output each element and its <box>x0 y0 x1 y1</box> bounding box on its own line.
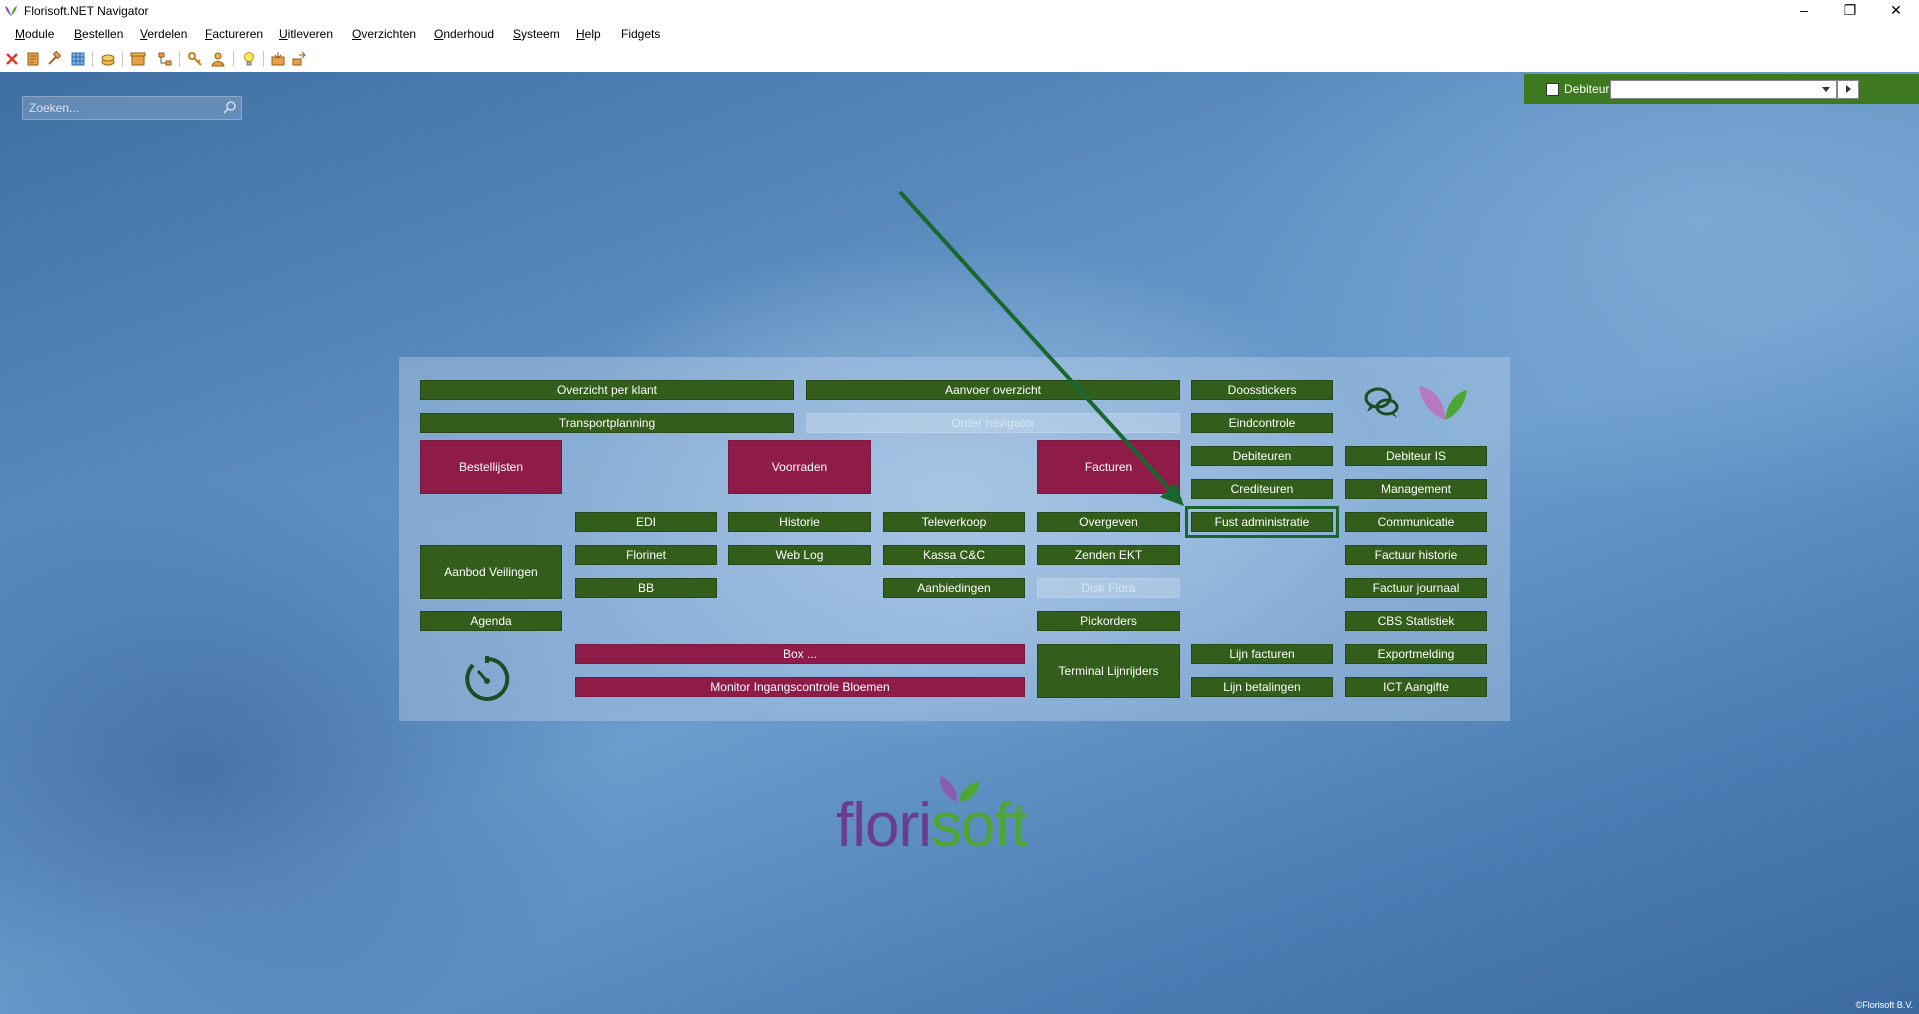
chat-bubbles-icon[interactable] <box>1362 385 1402 421</box>
terminal-lijnrijders-button[interactable]: Terminal Lijnrijders <box>1037 644 1180 698</box>
debiteur-label: Debiteur <box>1564 82 1610 96</box>
lijn-betalingen-button[interactable]: Lijn betalingen <box>1191 677 1333 697</box>
search-icon[interactable] <box>223 100 237 114</box>
tree-structure-icon[interactable] <box>157 51 173 67</box>
exportmelding-button[interactable]: Exportmelding <box>1345 644 1487 664</box>
menu-systeem[interactable]: Systeem <box>513 27 560 41</box>
user-key-icon[interactable] <box>210 51 226 67</box>
kassa-cc-button[interactable]: Kassa C&C <box>883 545 1025 565</box>
menu-factureren[interactable]: Factureren <box>205 27 263 41</box>
menu-help[interactable]: Help <box>576 27 601 41</box>
facturen-button[interactable]: Facturen <box>1037 440 1180 494</box>
menu-overzichten[interactable]: Overzichten <box>352 27 416 41</box>
copyright-text: ©Florisoft B.V. <box>1855 1000 1913 1010</box>
bestellijsten-button[interactable]: Bestellijsten <box>420 440 562 494</box>
toolbar-separator <box>263 51 264 67</box>
maximize-button[interactable]: ❐ <box>1827 0 1873 22</box>
box-button[interactable]: Box ... <box>575 644 1025 664</box>
voorraden-button[interactable]: Voorraden <box>728 440 871 494</box>
aanbod-veilingen-button[interactable]: Aanbod Veilingen <box>420 545 562 599</box>
navigator-panel <box>399 357 1510 721</box>
search-box <box>22 96 242 120</box>
play-icon <box>1846 85 1851 93</box>
florisoft-logo-icon <box>5 6 17 16</box>
hammer-icon[interactable] <box>46 51 62 67</box>
close-button[interactable]: ✕ <box>1873 0 1919 22</box>
close-x-icon[interactable] <box>4 51 20 67</box>
overgeven-button[interactable]: Overgeven <box>1037 512 1180 532</box>
zenden-ekt-button[interactable]: Zenden EKT <box>1037 545 1180 565</box>
toolbar-separator <box>92 51 93 67</box>
chevron-down-icon[interactable] <box>1822 87 1830 92</box>
fust-administratie-button[interactable]: Fust administratie <box>1185 506 1339 538</box>
menu-fidgets[interactable]: Fidgets <box>621 27 660 41</box>
debiteur-panel: Debiteur <box>1524 74 1919 104</box>
menu-bar: Module Bestellen Verdelen Factureren Uit… <box>0 22 1919 46</box>
debiteur-is-button[interactable]: Debiteur IS <box>1345 446 1487 466</box>
menu-module[interactable]: Module <box>15 27 54 41</box>
navigator-desktop: Debiteur Overzicht per klant Aanvoer ove… <box>0 72 1919 1014</box>
archive-box-icon[interactable] <box>130 51 146 67</box>
debiteur-combobox[interactable] <box>1610 80 1837 99</box>
debiteur-checkbox[interactable] <box>1546 83 1559 96</box>
overzicht-per-klant-button[interactable]: Overzicht per klant <box>420 380 794 400</box>
toolbar-separator <box>122 51 123 67</box>
menu-onderhoud[interactable]: Onderhoud <box>434 27 494 41</box>
title-bar: Florisoft.NET Navigator – ❐ ✕ <box>0 0 1919 22</box>
factuur-historie-button[interactable]: Factuur historie <box>1345 545 1487 565</box>
aanvoer-overzicht-button[interactable]: Aanvoer overzicht <box>806 380 1180 400</box>
toolbar-separator <box>179 51 180 67</box>
order-book-icon[interactable] <box>25 51 41 67</box>
minimize-button[interactable]: – <box>1781 0 1827 22</box>
communicatie-button[interactable]: Communicatie <box>1345 512 1487 532</box>
transfer-icon[interactable] <box>291 51 307 67</box>
cbs-statistiek-button[interactable]: CBS Statistiek <box>1345 611 1487 631</box>
doosstickers-button[interactable]: Doosstickers <box>1191 380 1333 400</box>
order-navigator-button[interactable]: Order navigator <box>806 413 1180 433</box>
web-log-button[interactable]: Web Log <box>728 545 871 565</box>
factuur-journaal-button[interactable]: Factuur journaal <box>1345 578 1487 598</box>
florisoft-leaves-icon <box>1419 386 1467 420</box>
timer-icon[interactable] <box>463 653 511 703</box>
pickorders-button[interactable]: Pickorders <box>1037 611 1180 631</box>
florinet-button[interactable]: Florinet <box>575 545 717 565</box>
delivery-box-icon[interactable] <box>270 51 286 67</box>
crediteuren-button[interactable]: Crediteuren <box>1191 479 1333 499</box>
agenda-button[interactable]: Agenda <box>420 611 562 631</box>
lijn-facturen-button[interactable]: Lijn facturen <box>1191 644 1333 664</box>
ict-aangifte-button[interactable]: ICT Aangifte <box>1345 677 1487 697</box>
search-input[interactable] <box>27 99 221 117</box>
toolbar-separator <box>233 51 234 67</box>
eindcontrole-button[interactable]: Eindcontrole <box>1191 413 1333 433</box>
debiteur-go-button[interactable] <box>1837 80 1859 99</box>
florisoft-wordmark: florisoft <box>836 791 1028 860</box>
coins-icon[interactable] <box>100 51 116 67</box>
menu-verdelen[interactable]: Verdelen <box>140 27 187 41</box>
management-button[interactable]: Management <box>1345 479 1487 499</box>
edi-button[interactable]: EDI <box>575 512 717 532</box>
historie-button[interactable]: Historie <box>728 512 871 532</box>
key-icon[interactable] <box>187 51 203 67</box>
grid-icon[interactable] <box>70 51 86 67</box>
monitor-ingangscontrole-button[interactable]: Monitor Ingangscontrole Bloemen <box>575 677 1025 697</box>
debiteuren-button[interactable]: Debiteuren <box>1191 446 1333 466</box>
menu-bestellen[interactable]: Bestellen <box>74 27 123 41</box>
televerkoop-button[interactable]: Televerkoop <box>883 512 1025 532</box>
transportplanning-button[interactable]: Transportplanning <box>420 413 794 433</box>
disk-flora-button[interactable]: Disk Flora <box>1037 578 1180 598</box>
window-title: Florisoft.NET Navigator <box>24 4 149 18</box>
lightbulb-icon[interactable] <box>241 51 257 67</box>
aanbiedingen-button[interactable]: Aanbiedingen <box>883 578 1025 598</box>
bb-button[interactable]: BB <box>575 578 717 598</box>
toolbar <box>0 46 1919 73</box>
menu-uitleveren[interactable]: Uitleveren <box>279 27 333 41</box>
